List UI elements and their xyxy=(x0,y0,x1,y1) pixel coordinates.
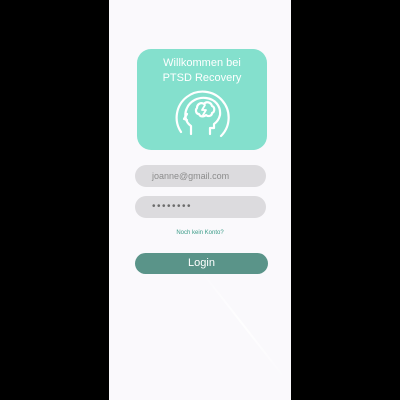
email-field[interactable]: joanne@gmail.com xyxy=(135,165,266,187)
brain-head-icon xyxy=(175,90,230,138)
email-field-value: joanne@gmail.com xyxy=(152,171,230,181)
login-button[interactable]: Login xyxy=(135,253,268,274)
welcome-header-card: Willkommen bei PTSD Recovery xyxy=(137,49,267,150)
welcome-title-line2: PTSD Recovery xyxy=(162,72,242,84)
app-screen: Willkommen bei PTSD Recovery joanne@gmai… xyxy=(109,0,291,400)
background-streak xyxy=(199,268,287,381)
password-field[interactable]: •••••••• xyxy=(135,196,266,218)
password-field-value: •••••••• xyxy=(152,201,193,212)
signup-link[interactable]: Noch kein Konto? xyxy=(109,230,291,236)
welcome-title: Willkommen bei PTSD Recovery xyxy=(137,56,267,86)
welcome-title-line1: Willkommen bei xyxy=(163,57,241,69)
